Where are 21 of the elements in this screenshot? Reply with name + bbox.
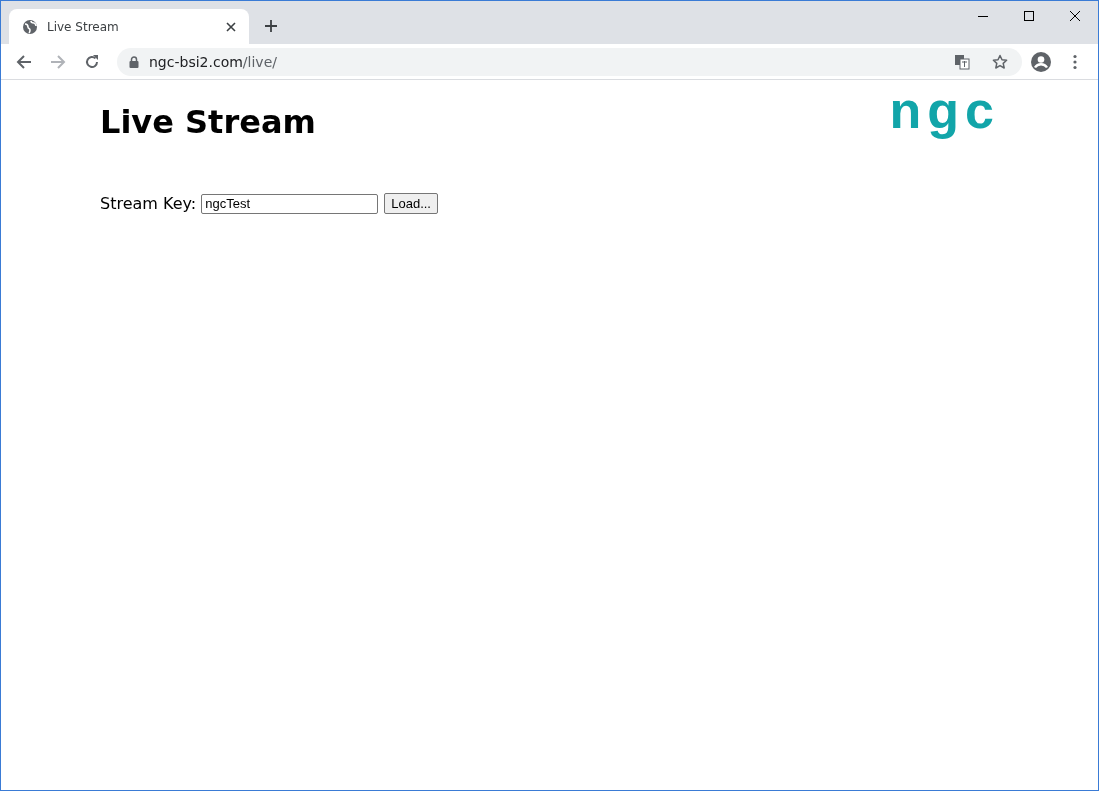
plus-icon <box>264 19 278 33</box>
maximize-icon <box>1023 10 1035 22</box>
lock-icon <box>129 55 139 68</box>
back-arrow-icon <box>16 53 32 70</box>
translate-icon <box>954 53 970 70</box>
menu-dots-icon <box>1073 53 1077 70</box>
star-icon <box>992 53 1008 70</box>
forward-arrow-icon <box>50 53 66 70</box>
globe-icon <box>22 18 38 35</box>
close-icon <box>1069 10 1081 22</box>
browser-tab[interactable]: Live Stream <box>9 9 249 44</box>
reload-icon <box>84 53 100 70</box>
person-icon <box>1031 51 1051 72</box>
load-button[interactable]: Load... <box>384 193 438 214</box>
address-bar[interactable]: ngc-bsi2.com/live/ <box>117 47 1022 76</box>
close-icon <box>225 20 237 33</box>
logo: ngc <box>889 80 1000 140</box>
url-text: ngc-bsi2.com/live/ <box>149 53 278 70</box>
page-title: Live Stream <box>100 102 316 142</box>
stream-key-field[interactable]: ngcTest <box>201 193 379 214</box>
stream-key-label: Stream Key: <box>100 194 197 213</box>
